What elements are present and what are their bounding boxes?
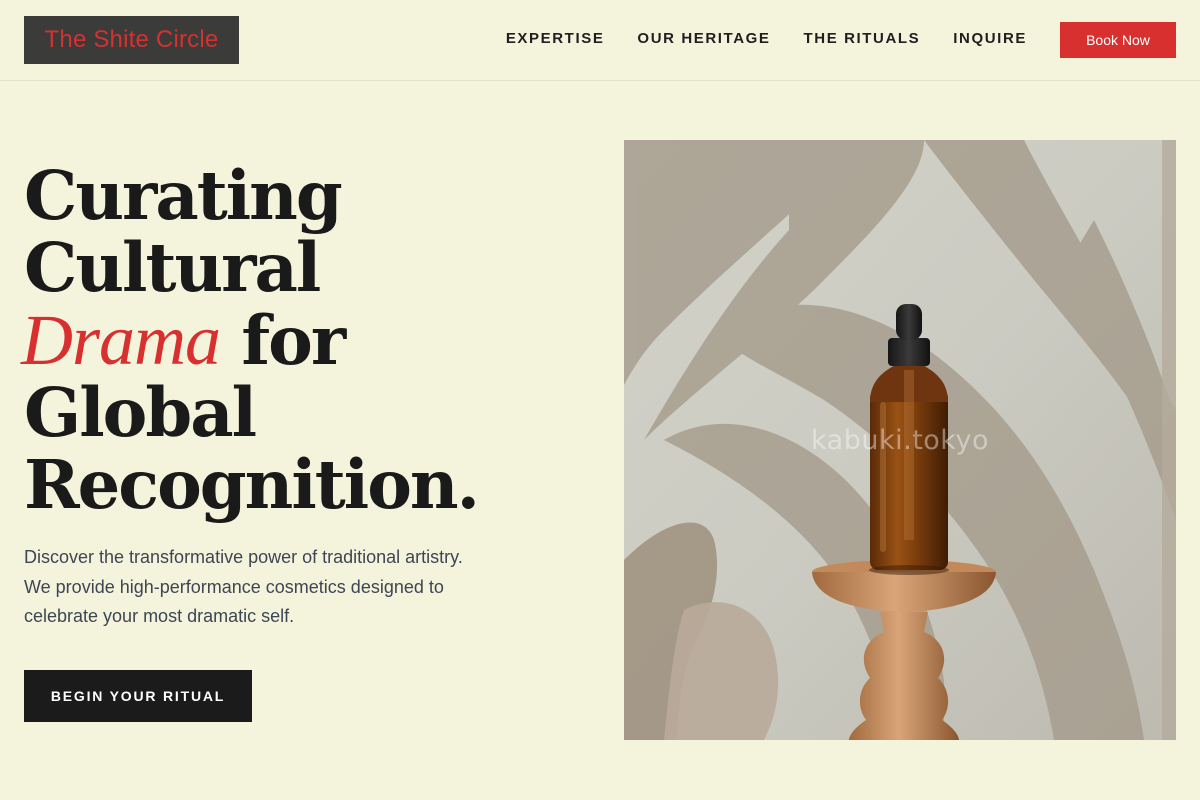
headline-line-1: Curating <box>24 156 343 235</box>
main-nav: EXPERTISE OUR HERITAGE THE RITUALS INQUI… <box>506 29 1027 49</box>
headline-line-5: Recognition. <box>24 445 480 524</box>
headline-line-3: Drama for <box>21 301 584 380</box>
headline-line-4: Global <box>24 373 257 452</box>
hero-lead-text: Discover the transformative power of tra… <box>24 547 463 626</box>
image-watermark: kabuki.tokyo <box>811 425 989 456</box>
site-header: The Shite Circle EXPERTISE OUR HERITAGE … <box>0 0 1200 81</box>
hero-headline: Curating Cultural Drama for Global Recog… <box>21 156 584 524</box>
brand-logo[interactable]: The Shite Circle <box>24 16 239 64</box>
nav-link-inquire[interactable]: INQUIRE <box>953 29 1027 49</box>
hero-product-image: kabuki.tokyo <box>624 140 1176 740</box>
headline-line-3-rest: for <box>241 301 346 380</box>
begin-ritual-button[interactable]: BEGIN YOUR RITUAL <box>24 670 252 722</box>
nav-link-our-heritage[interactable]: OUR HERITAGE <box>637 29 770 49</box>
headline-line-2: Cultural <box>24 228 321 307</box>
book-now-button[interactable]: Book Now <box>1060 22 1176 58</box>
nav-link-the-rituals[interactable]: THE RITUALS <box>804 29 921 49</box>
headline-accent-word: Drama <box>21 300 221 380</box>
nav-link-expertise[interactable]: EXPERTISE <box>506 29 605 49</box>
